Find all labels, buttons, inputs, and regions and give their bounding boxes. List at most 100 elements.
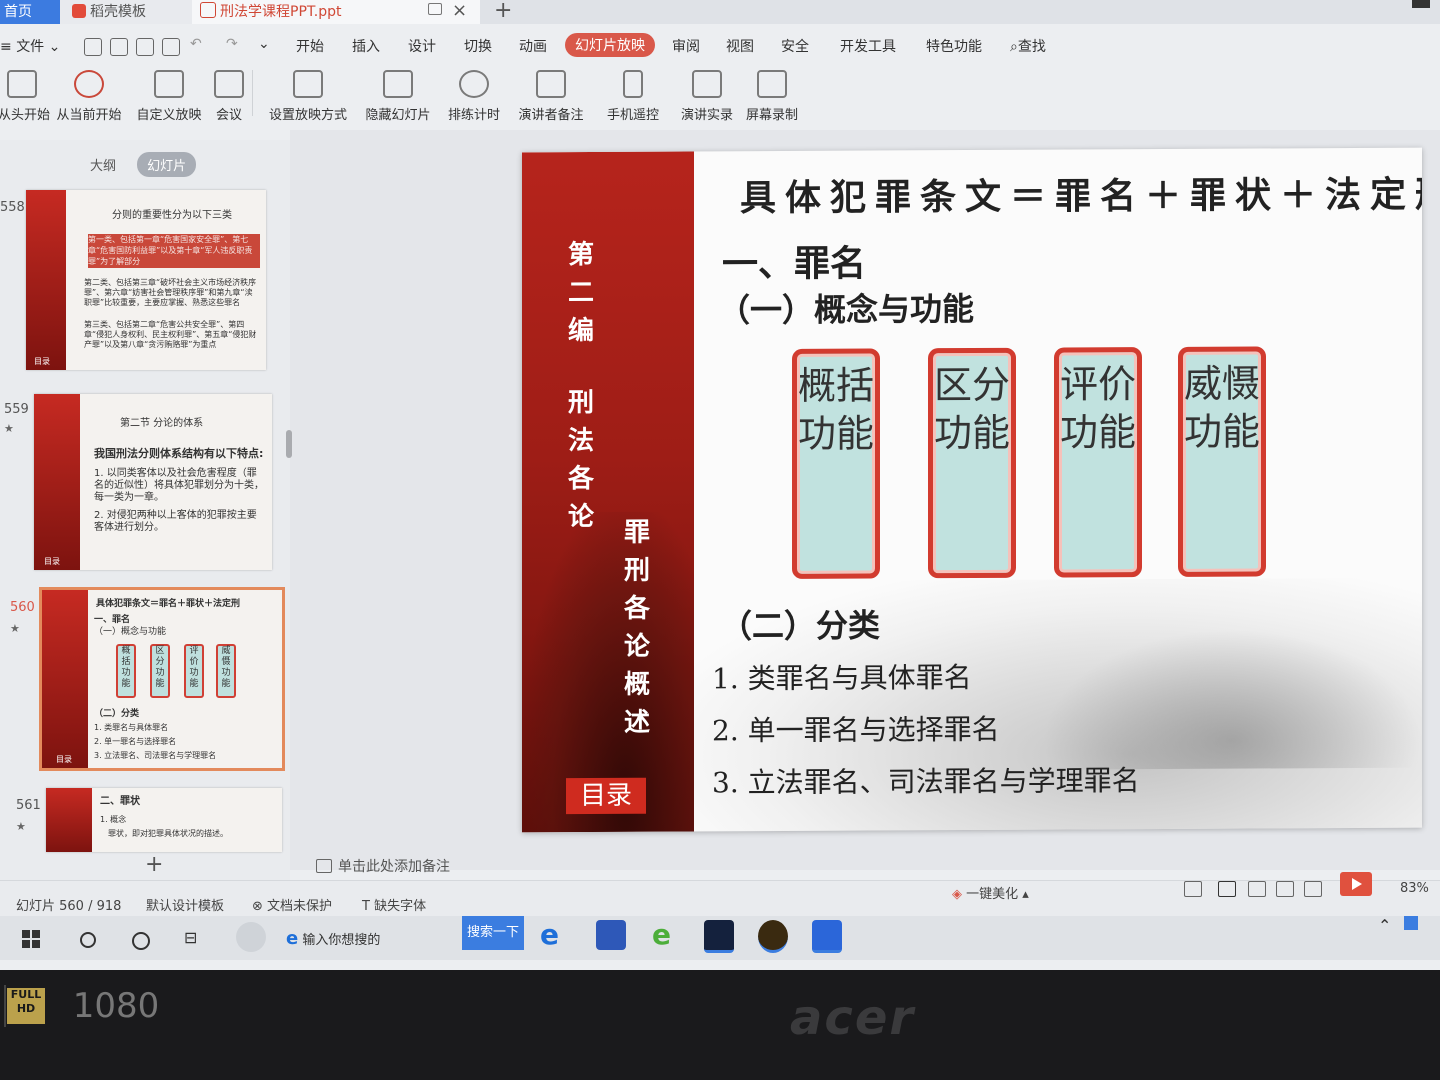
- edge-icon[interactable]: e: [540, 918, 559, 951]
- design-template-status[interactable]: 默认设计模板: [146, 895, 224, 914]
- current-slide[interactable]: 第二编 刑法各论 罪刑各论概述 目录 具体犯罪条文＝罪名＋罪状＋法定刑 一、罪名…: [522, 147, 1422, 833]
- file-menu[interactable]: ≡ 文件 ⌄: [0, 36, 60, 56]
- menu-animation[interactable]: 动画: [519, 36, 547, 56]
- ribbon-screen-record[interactable]: 屏幕录制: [742, 66, 802, 123]
- thumb-line-2: 第二类、包括第三章“破坏社会主义市场经济秩序罪”、第六章“妨害社会管理秩序罪”和…: [84, 278, 257, 307]
- thumb-line-3: 第三类、包括第二章“危害公共安全罪”、第四章“侵犯人身权利、民主权利罪”、第五章…: [84, 320, 257, 349]
- app-icon[interactable]: [596, 920, 626, 950]
- ribbon-from-start[interactable]: 从头开始: [0, 66, 50, 123]
- menu-developer[interactable]: 开发工具: [840, 36, 896, 56]
- thumbnail-558[interactable]: 分则的重要性分为以下三类 第一类、包括第一章“危害国家安全罪”、第七章“危害国防…: [26, 190, 266, 370]
- menu-insert[interactable]: 插入: [352, 36, 380, 56]
- ribbon-meeting[interactable]: 会议: [212, 66, 246, 123]
- menu-security[interactable]: 安全: [781, 36, 809, 56]
- red-side-panel: 第二编 刑法各论 罪刑各论概述 目录: [522, 151, 694, 833]
- minimize-icon[interactable]: [1412, 0, 1430, 8]
- tray-app-icon[interactable]: [1404, 916, 1418, 930]
- add-slide-icon[interactable]: +: [145, 852, 163, 877]
- notes-icon: [316, 859, 332, 873]
- presenter-view-icon[interactable]: [1304, 881, 1322, 897]
- browser-icon[interactable]: e: [652, 918, 671, 951]
- cortana-icon[interactable]: [132, 932, 150, 950]
- panel-scrollbar[interactable]: [286, 430, 292, 458]
- ribbon-phone-remote-label: 手机遥控: [606, 108, 659, 123]
- file-menu-label: 文件: [16, 39, 45, 55]
- font-icon: T: [362, 899, 375, 914]
- thumb-title: 第二节 分论的体系: [120, 418, 204, 429]
- ppt-file-icon: [200, 2, 216, 18]
- notes-toggle-icon[interactable]: [1184, 881, 1202, 897]
- screen-record-icon: [757, 70, 787, 98]
- ribbon-rehearse[interactable]: 排练计时: [442, 66, 506, 123]
- contents-button[interactable]: 目录: [566, 777, 646, 815]
- customize-quick-access-icon[interactable]: ⌄: [258, 36, 270, 52]
- phone-icon: [623, 70, 643, 98]
- menu-review[interactable]: 审阅: [672, 36, 700, 56]
- shield-icon: ⊗: [252, 899, 268, 914]
- wow-app-icon[interactable]: [758, 920, 788, 953]
- status-bar: 幻灯片 560 / 918 默认设计模板 ⊗ 文档未保护 T 缺失字体 ◈ 一键…: [0, 880, 1440, 917]
- undo-icon[interactable]: ↶: [190, 36, 202, 52]
- ribbon-from-current[interactable]: 从当前开始: [52, 66, 126, 123]
- meeting-icon: [214, 70, 244, 98]
- export-icon[interactable]: [110, 38, 128, 56]
- tab-document-label: 刑法学课程PPT.ppt: [220, 4, 342, 20]
- function-box-deter: 威慑功能: [1178, 346, 1266, 577]
- protection-status-label: 文档未保护: [267, 899, 333, 914]
- thumb-h: 二、罪状: [100, 796, 140, 807]
- play-slideshow-button[interactable]: [1340, 872, 1372, 896]
- menu-design[interactable]: 设计: [408, 36, 436, 56]
- steam-app-icon[interactable]: [704, 920, 734, 953]
- print-preview-icon[interactable]: [162, 38, 180, 56]
- thumb-h2: （一）概念与功能: [94, 627, 167, 637]
- reading-view-icon[interactable]: [1276, 881, 1294, 897]
- ribbon-setup-show[interactable]: 设置放映方式: [262, 66, 354, 123]
- thumbnail-561[interactable]: 二、罪状 1. 概念 罪状，即对犯罪具体状况的描述。: [46, 788, 282, 852]
- save-icon[interactable]: [84, 38, 102, 56]
- ribbon-record-talk[interactable]: 演讲实录: [678, 66, 736, 123]
- taskbar-search-icon[interactable]: [80, 932, 96, 948]
- normal-view-icon[interactable]: [1218, 881, 1236, 897]
- tab-outline[interactable]: 大纲: [80, 152, 126, 177]
- tray-chevron-icon[interactable]: ⌃: [1378, 916, 1391, 935]
- browser-search-button[interactable]: 搜索一下: [462, 916, 524, 950]
- close-tab-icon[interactable]: ×: [452, 0, 467, 22]
- ribbon-phone-remote[interactable]: 手机遥控: [604, 66, 662, 123]
- print-icon[interactable]: [136, 38, 154, 56]
- people-icon[interactable]: [236, 922, 266, 952]
- windows-start-icon[interactable]: [22, 930, 40, 948]
- thumb-item: 2. 单一罪名与选择罪名: [94, 737, 177, 746]
- missing-font-status[interactable]: T 缺失字体: [362, 895, 426, 914]
- side-part-label: 第二编: [567, 239, 594, 347]
- ribbon-speaker-notes[interactable]: 演讲者备注: [516, 66, 586, 123]
- thumbnail-559[interactable]: 第二节 分论的体系 我国刑法分则体系结构有以下特点: 1. 以同类客体以及社会危…: [34, 394, 272, 570]
- tab-slides[interactable]: 幻灯片: [137, 152, 197, 177]
- thumb-l2: 罪状，即对犯罪具体状况的描述。: [108, 829, 228, 838]
- redo-icon[interactable]: ↷: [226, 36, 238, 52]
- thumbnail-560[interactable]: 具体犯罪条文＝罪名＋罪状＋法定刑 一、罪名 （一）概念与功能 概括功能 区分功能…: [39, 587, 285, 771]
- new-tab-icon[interactable]: +: [494, 0, 512, 23]
- menu-view[interactable]: 视图: [726, 36, 754, 56]
- thumb-point-2: 2. 对侵犯两种以上客体的犯罪按主要客体进行划分。: [94, 510, 257, 533]
- tab-template[interactable]: 稻壳模板: [60, 0, 200, 24]
- browser-search-box[interactable]: e 输入你想搜的: [286, 928, 380, 949]
- ribbon-custom-show[interactable]: 自定义放映: [132, 66, 206, 123]
- ribbon-hide-slide-label: 隐藏幻灯片: [365, 108, 431, 123]
- search-command[interactable]: ⌕查找: [1010, 36, 1046, 56]
- thumb-h1: 一、罪名: [94, 615, 131, 625]
- menu-features[interactable]: 特色功能: [926, 36, 982, 56]
- beautify-button[interactable]: ◈ 一键美化 ▴: [952, 883, 1029, 902]
- menu-start[interactable]: 开始: [296, 36, 324, 56]
- wps-writer-icon[interactable]: [812, 920, 842, 953]
- protection-status[interactable]: ⊗ 文档未保护: [252, 895, 332, 914]
- notes-area[interactable]: 单击此处添加备注: [316, 856, 450, 876]
- zoom-level[interactable]: 83%: [1400, 881, 1429, 896]
- task-view-icon[interactable]: ⊟: [184, 928, 197, 947]
- pin-icon[interactable]: [428, 3, 442, 15]
- menu-transition[interactable]: 切换: [464, 36, 492, 56]
- slide-sorter-icon[interactable]: [1248, 881, 1266, 897]
- tab-home[interactable]: 首页: [0, 0, 60, 24]
- play-circle-icon: [74, 70, 104, 98]
- ribbon-hide-slide[interactable]: 隐藏幻灯片: [362, 66, 434, 123]
- menu-slideshow[interactable]: 幻灯片放映: [565, 33, 655, 57]
